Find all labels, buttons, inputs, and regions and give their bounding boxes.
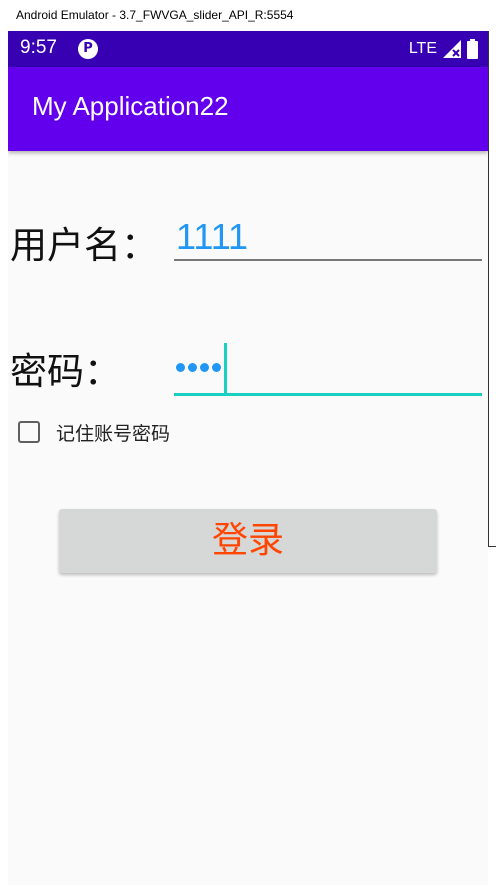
username-input[interactable]: 1111 [174, 215, 482, 261]
window-edge [488, 31, 489, 547]
remember-row[interactable]: 记住账号密码 [18, 417, 170, 447]
status-time: 9:57 [20, 37, 57, 58]
signal-icon [443, 40, 461, 58]
password-underline [174, 393, 482, 396]
password-input[interactable] [174, 343, 482, 396]
text-cursor [224, 343, 227, 393]
network-type: LTE [408, 40, 437, 57]
password-dot [176, 363, 185, 372]
remember-label[interactable]: 记住账号密码 [56, 419, 170, 446]
device-bottom-margin [0, 885, 496, 893]
battery-icon [467, 39, 478, 59]
remember-checkbox[interactable] [18, 421, 40, 443]
login-button[interactable]: 登录 [59, 509, 437, 573]
status-indicators: LTE [409, 37, 478, 61]
username-label: 用户名： [10, 224, 158, 267]
app-title: My Application22 [32, 91, 229, 121]
password-dot [188, 363, 197, 372]
circle-p-icon: P [78, 39, 98, 59]
password-dot [200, 363, 209, 372]
status-bar: 9:57 P LTE [8, 31, 488, 67]
password-label: 密码： [10, 350, 121, 393]
window-edge-bottom [488, 546, 496, 547]
device-screen: 9:57 P LTE My Application22 用户名： 1111 密码… [8, 31, 488, 885]
emulator-title-bar: Android Emulator - 3.7_FWVGA_slider_API_… [0, 0, 496, 31]
emulator-title: Android Emulator - 3.7_FWVGA_slider_API_… [16, 8, 294, 22]
username-value: 1111 [176, 216, 249, 257]
password-mask [176, 363, 221, 372]
app-bar: My Application22 [8, 67, 488, 151]
username-underline [174, 259, 482, 261]
password-dot [212, 363, 221, 372]
